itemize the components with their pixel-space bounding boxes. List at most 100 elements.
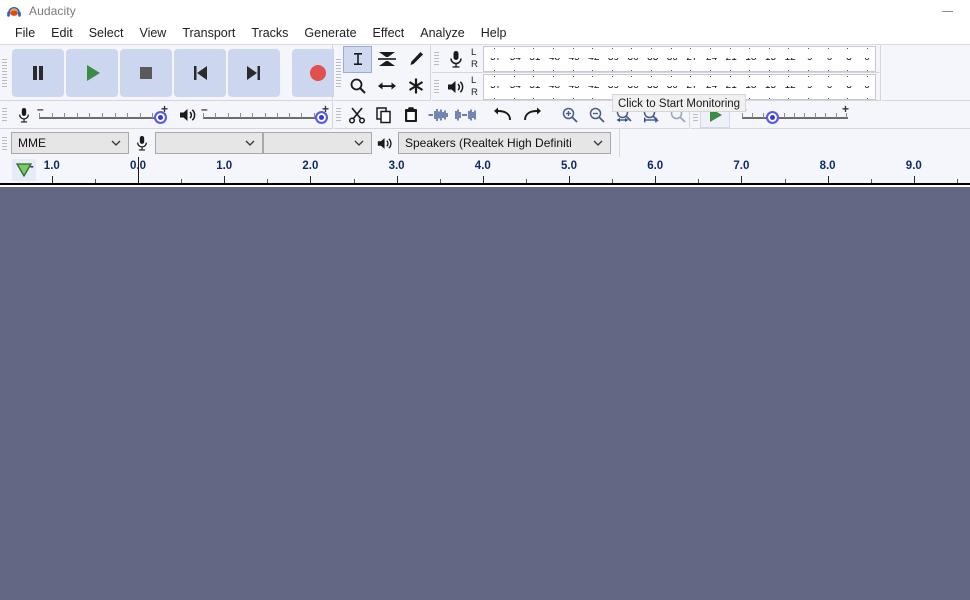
zoom-tool-button[interactable] — [343, 73, 372, 100]
skip-to-start-button[interactable] — [174, 48, 226, 97]
multi-tool-button[interactable] — [401, 73, 430, 100]
ruler-major-tick — [655, 176, 657, 183]
microphone-icon[interactable] — [441, 46, 471, 72]
recording-volume-thumb[interactable] — [154, 110, 167, 124]
track-panel-background[interactable] — [0, 187, 970, 600]
slider-tick — [39, 112, 40, 118]
ruler-minor-tick — [267, 179, 269, 183]
zoom-in-button[interactable] — [556, 102, 583, 128]
menu-item-select[interactable]: Select — [81, 24, 132, 42]
tools-toolbar-grip[interactable] — [334, 45, 343, 100]
pause-button[interactable] — [12, 48, 64, 97]
paste-button[interactable] — [397, 102, 424, 128]
channel-label-l: L — [471, 74, 477, 86]
dock-filler-right — [882, 45, 970, 101]
playback-device-select[interactable]: Speakers (Realtek High Definiti — [398, 132, 611, 154]
channel-label-r: R — [471, 86, 478, 98]
recording-meter-grip[interactable] — [432, 45, 441, 72]
menu-item-analyze[interactable]: Analyze — [412, 24, 472, 42]
redo-button[interactable] — [517, 102, 544, 128]
ruler-label: 1.0 — [43, 160, 60, 172]
audacity-logo-icon — [6, 3, 22, 19]
slider-tick — [89, 112, 90, 118]
ruler-major-tick — [396, 176, 398, 183]
ruler-label: 5.0 — [561, 160, 577, 172]
zoom-out-button[interactable] — [583, 102, 610, 128]
playback-meter-channel-labels: L R — [471, 74, 483, 100]
minimize-button[interactable] — [925, 0, 970, 22]
slider-tick — [115, 112, 116, 118]
timeline-ruler[interactable]: 1.00.01.02.03.04.05.06.07.08.09.0- — [0, 157, 970, 185]
play-button[interactable] — [66, 48, 118, 97]
silence-audio-button[interactable] — [451, 102, 478, 128]
device-toolbar-grip[interactable] — [0, 129, 9, 157]
ruler-negative-sign: - — [29, 161, 34, 173]
recording-meter-track-r — [486, 60, 873, 70]
stop-button[interactable] — [120, 48, 172, 97]
slider-tick — [265, 112, 266, 118]
trim-audio-button[interactable] — [424, 102, 451, 128]
ruler-minor-tick — [94, 179, 96, 183]
playback-volume-slider[interactable]: – + — [201, 101, 329, 128]
slider-tick — [277, 112, 278, 118]
slider-tick — [825, 112, 826, 118]
envelope-tool-button[interactable] — [372, 46, 401, 73]
playback-volume-minus: – — [201, 101, 208, 116]
slider-tick — [102, 112, 103, 118]
playback-device-speaker-icon — [372, 135, 398, 152]
recording-volume-slider[interactable]: – + — [37, 101, 168, 128]
cut-button[interactable] — [343, 102, 370, 128]
transport-toolbar-grip[interactable] — [0, 45, 9, 100]
slider-tick — [252, 112, 253, 118]
menu-item-edit[interactable]: Edit — [43, 24, 81, 42]
ruler-minor-tick — [956, 179, 958, 183]
ruler-major-tick — [482, 176, 484, 183]
recording-channels-select[interactable] — [263, 132, 372, 154]
undo-button[interactable] — [490, 102, 517, 128]
device-toolbar: MME Speakers (Realtek High Definiti — [0, 129, 620, 158]
ruler-label: 3.0 — [388, 160, 405, 172]
playback-speed-thumb[interactable] — [766, 110, 779, 124]
menu-item-view[interactable]: View — [131, 24, 174, 42]
menu-item-generate[interactable]: Generate — [296, 24, 364, 42]
menu-item-file[interactable]: File — [7, 24, 43, 42]
slider-tick — [804, 112, 805, 118]
menu-item-help[interactable]: Help — [473, 24, 515, 42]
ruler-scale[interactable]: 1.00.01.02.03.04.05.06.07.08.09.0- — [30, 157, 970, 183]
speaker-icon[interactable] — [441, 74, 471, 100]
playhead-cursor[interactable] — [138, 157, 139, 183]
selection-tool-button[interactable] — [343, 45, 372, 73]
transport-toolbar — [0, 45, 344, 101]
playback-device-value: Speakers (Realtek High Definiti — [405, 136, 572, 150]
time-shift-tool-button[interactable] — [372, 73, 401, 100]
ruler-label: 2.0 — [302, 160, 319, 172]
recording-volume-minus: – — [37, 101, 44, 116]
ruler-major-tick — [569, 176, 570, 183]
recording-meter-track-l — [486, 48, 873, 58]
ruler-label: 6.0 — [647, 160, 664, 172]
recording-meter-bars[interactable]: -57-54-51-48-45-42-39-36-33-30-27-24-21-… — [483, 45, 876, 72]
slider-tick — [52, 112, 53, 118]
ruler-label: 7.0 — [733, 160, 750, 172]
playback-speed-slider[interactable]: – + — [740, 102, 849, 128]
audio-host-select[interactable]: MME — [11, 132, 129, 154]
ruler-major-tick — [310, 176, 312, 183]
skip-to-end-button[interactable] — [228, 48, 280, 97]
menu-item-transport[interactable]: Transport — [174, 24, 243, 42]
window-title: Audacity — [29, 4, 76, 18]
menu-item-tracks[interactable]: Tracks — [243, 24, 296, 42]
title-bar: Audacity — [0, 0, 970, 22]
slider-tick — [846, 112, 847, 118]
menu-item-effect[interactable]: Effect — [365, 24, 413, 42]
edit-toolbar-grip[interactable] — [334, 101, 343, 128]
playback-volume-thumb[interactable] — [315, 110, 328, 124]
mixer-toolbar-grip[interactable] — [0, 101, 9, 128]
recording-device-select[interactable] — [155, 132, 263, 154]
chevron-down-icon — [593, 140, 603, 147]
playback-meter-grip[interactable] — [432, 73, 441, 100]
copy-button[interactable] — [370, 102, 397, 128]
ruler-label: 8.0 — [819, 160, 836, 172]
chevron-down-icon — [354, 140, 364, 147]
draw-tool-button[interactable] — [401, 46, 430, 73]
slider-tick — [301, 112, 302, 118]
